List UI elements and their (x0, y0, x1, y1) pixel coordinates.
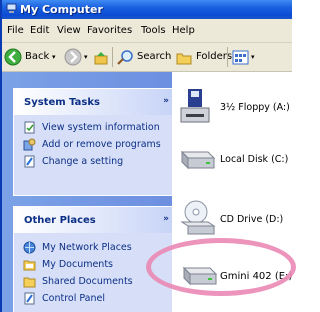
menu-file[interactable]: File (7, 25, 24, 36)
task-label: Add or remove programs (42, 139, 161, 150)
title-bar[interactable]: My Computer (2, 0, 292, 19)
back-arrow-icon (4, 48, 22, 66)
place-label: Shared Documents (42, 276, 133, 287)
task-view-system-information[interactable]: View system information (14, 119, 177, 136)
back-label: Back (25, 51, 50, 62)
place-control-panel[interactable]: Control Panel (14, 290, 177, 307)
search-label: Search (137, 51, 172, 62)
control-panel-icon (24, 292, 35, 305)
control-panel-icon (24, 155, 35, 168)
drive-item[interactable]: Local Disk (C:) (172, 142, 292, 186)
task-label: Change a setting (42, 156, 124, 167)
system-tasks-header[interactable]: System Tasks » (14, 89, 177, 115)
add-remove-programs-icon (23, 138, 36, 151)
other-places-title: Other Places (24, 215, 96, 226)
menu-favorites[interactable]: Favorites (87, 25, 132, 36)
back-dropdown-icon[interactable]: ▾ (52, 48, 56, 66)
highlight-ring (146, 238, 296, 296)
my-computer-icon (6, 3, 17, 13)
collapse-chevron-icon[interactable]: » (163, 214, 169, 224)
views-dropdown-icon: ▾ (251, 53, 255, 61)
folders-icon (176, 53, 192, 65)
search-icon (117, 50, 133, 65)
menu-tools[interactable]: Tools (141, 25, 166, 36)
drive-label: CD Drive (D:) (220, 214, 284, 225)
forward-dropdown-icon[interactable]: ▾ (84, 48, 88, 66)
system-information-icon (24, 121, 35, 134)
forward-arrow-icon (64, 48, 82, 66)
hard-disk-icon (180, 150, 216, 170)
task-label: View system information (42, 122, 160, 133)
place-label: My Documents (42, 259, 114, 270)
system-tasks-title: System Tasks (24, 97, 100, 108)
menu-help[interactable]: Help (172, 25, 195, 36)
drive-item[interactable]: CD Drive (D:) (172, 198, 292, 242)
up-folder-icon[interactable] (94, 51, 108, 65)
window-title: My Computer (20, 3, 103, 16)
task-change-setting[interactable]: Change a setting (14, 153, 177, 170)
other-places-header[interactable]: Other Places » (14, 207, 177, 233)
place-label: My Network Places (42, 242, 132, 253)
views-icon (232, 50, 249, 65)
place-label: Control Panel (42, 293, 105, 304)
my-documents-icon (23, 260, 36, 271)
system-tasks-panel: System Tasks » View system information A… (13, 88, 178, 196)
menu-view[interactable]: View (57, 25, 81, 36)
drive-label: 3½ Floppy (A:) (220, 102, 290, 113)
menu-edit[interactable]: Edit (30, 25, 49, 36)
network-places-icon (23, 241, 36, 254)
drive-item[interactable]: 3½ Floppy (A:) (172, 88, 292, 132)
task-pane: System Tasks » View system information A… (2, 72, 178, 312)
menu-bar: File Edit View Favorites Tools Help (2, 19, 292, 43)
collapse-chevron-icon[interactable]: » (163, 96, 169, 106)
toolbar: Back ▾ ▾ Search Folders ▾ (2, 43, 292, 72)
task-add-remove-programs[interactable]: Add or remove programs (14, 136, 177, 153)
toolbar-separator (112, 47, 113, 67)
shared-documents-icon (23, 277, 36, 288)
cd-drive-icon (180, 200, 216, 235)
drive-label: Local Disk (C:) (220, 154, 289, 165)
toolbar-separator (227, 47, 228, 67)
floppy-drive-icon (180, 89, 210, 123)
